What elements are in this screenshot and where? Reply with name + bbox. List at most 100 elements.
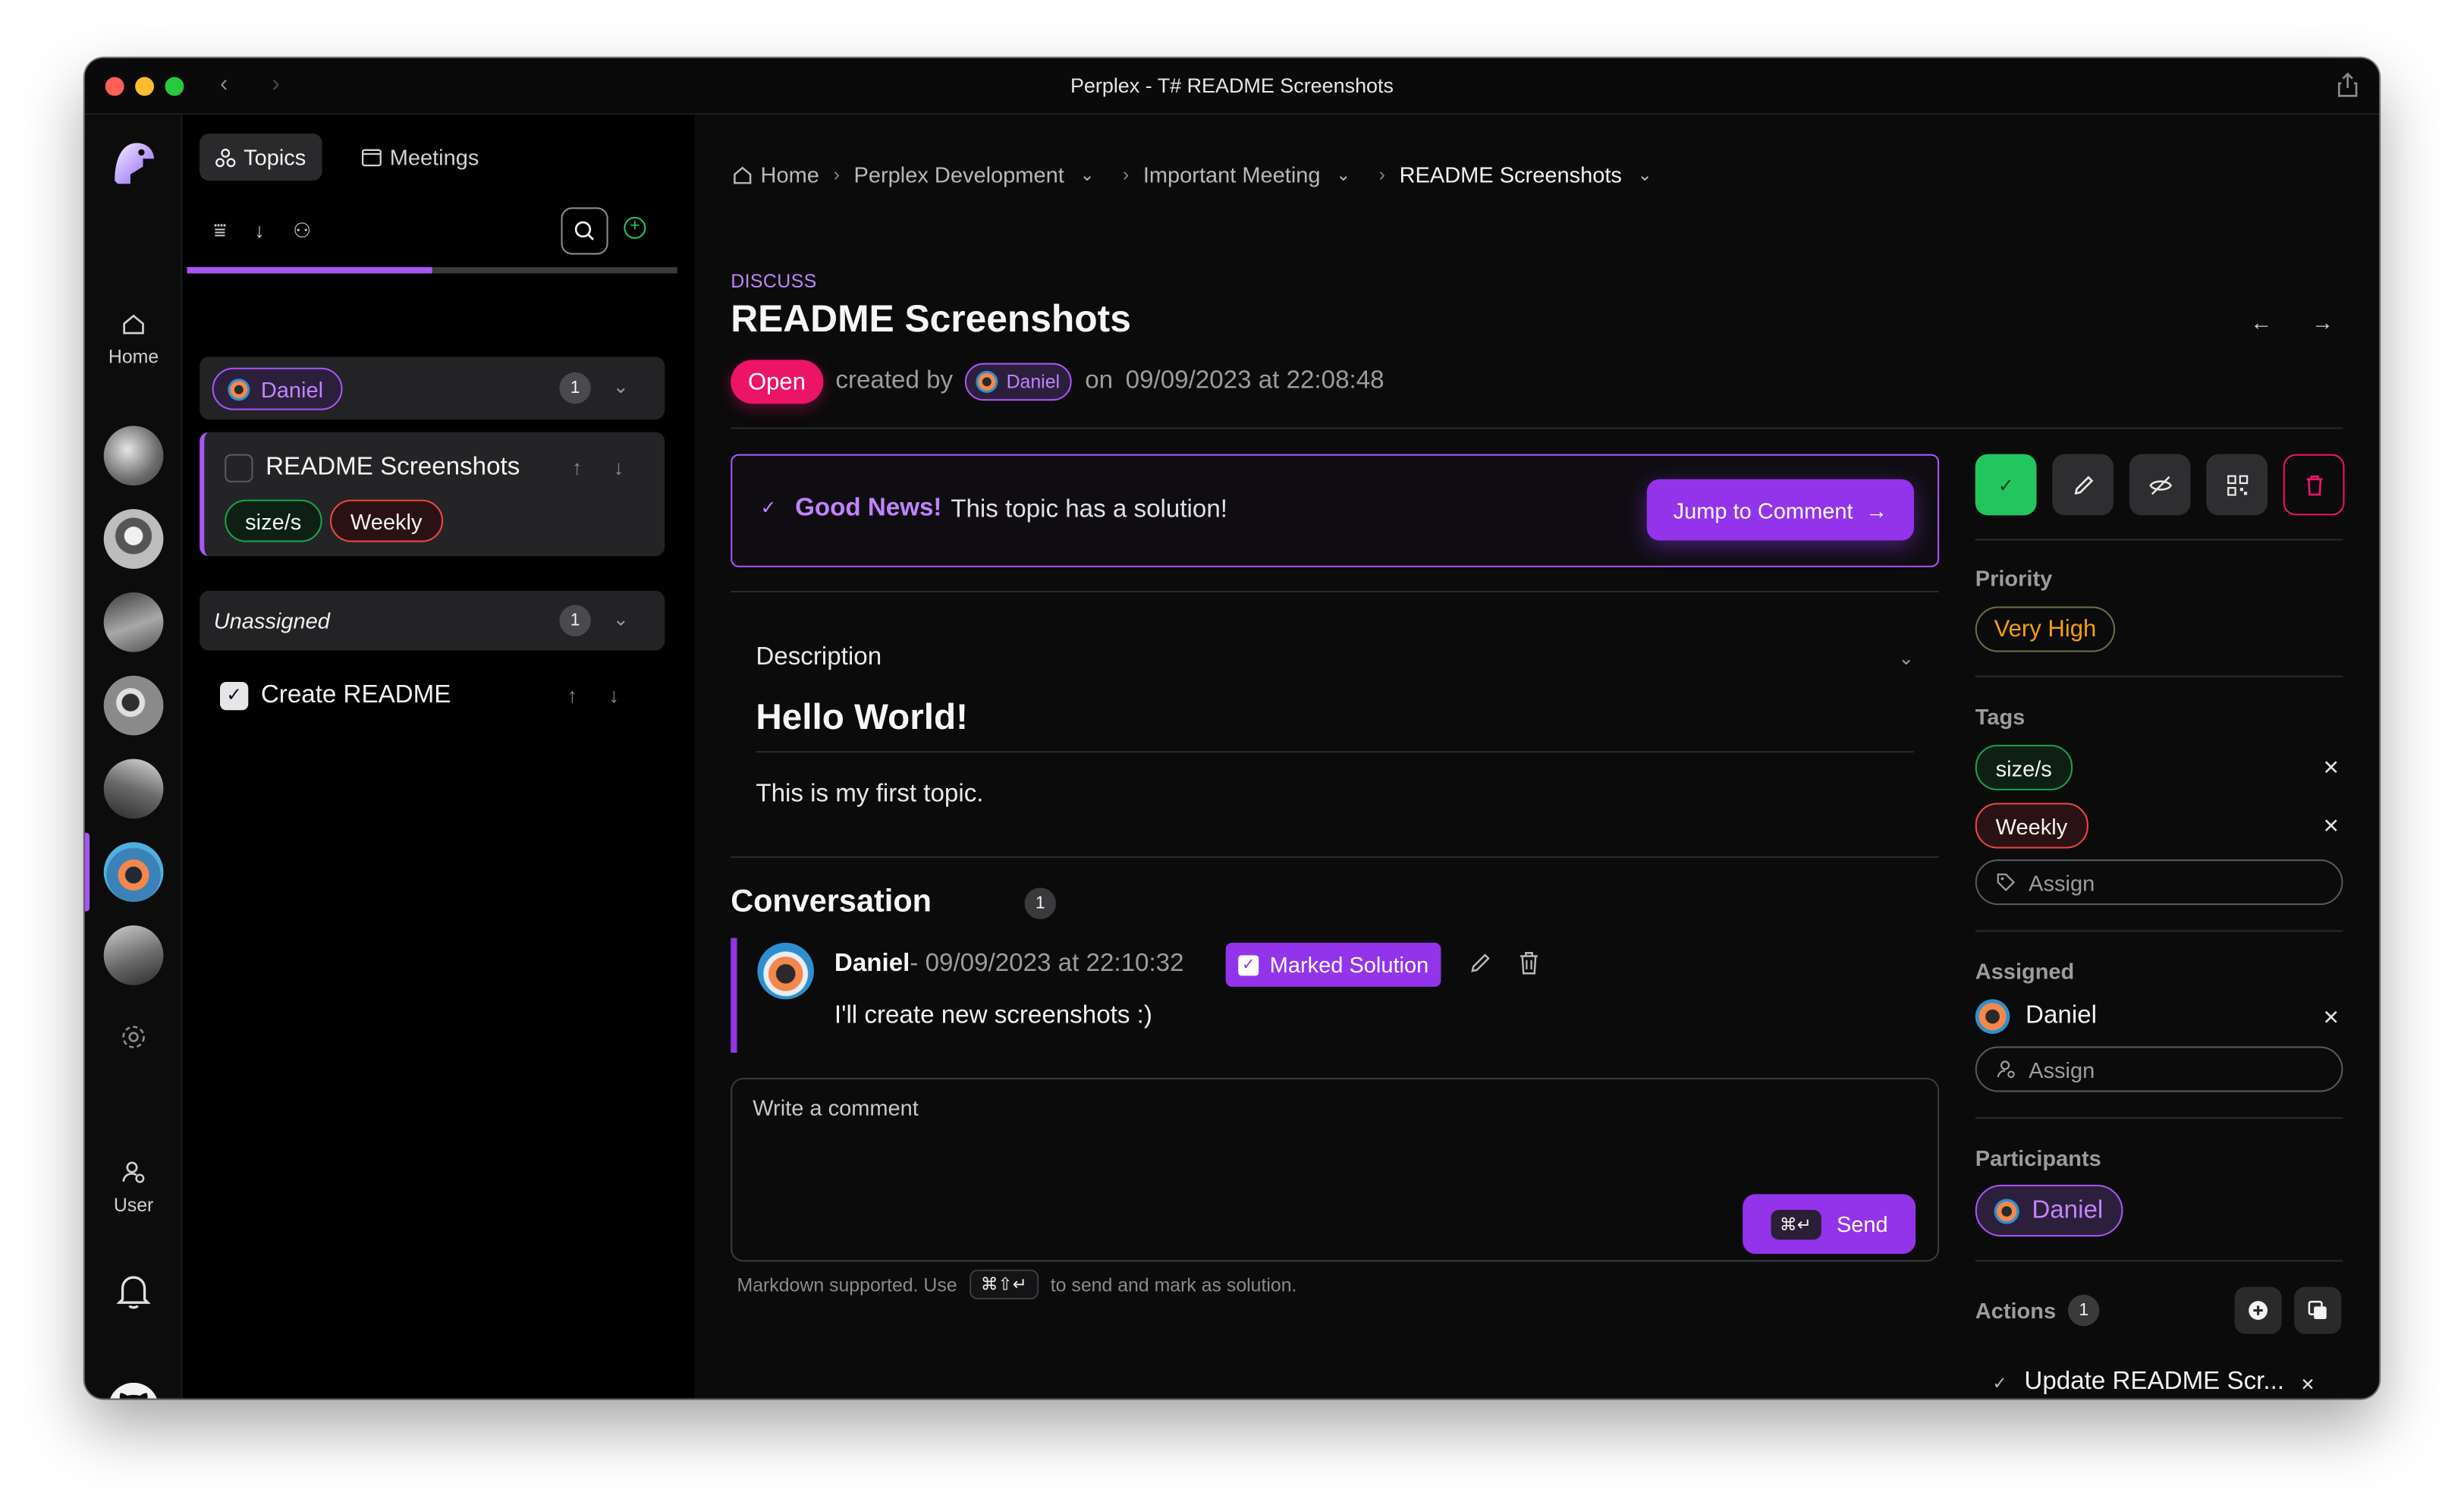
add-topic-button[interactable]: +: [624, 216, 646, 239]
workspace-avatar-4[interactable]: [103, 675, 164, 736]
settings-gear-icon[interactable]: [119, 1023, 147, 1051]
next-topic-arrow-icon[interactable]: →: [2312, 309, 2334, 335]
tab-meetings[interactable]: Meetings: [346, 134, 495, 181]
actions-count-badge: 1: [2067, 1294, 2100, 1327]
app-logo-icon[interactable]: [108, 137, 159, 187]
topics-progress-bar: [187, 267, 677, 274]
chevron-down-icon[interactable]: ⌄: [613, 375, 629, 397]
conversation-title: Conversation: [731, 884, 932, 919]
trash-icon[interactable]: [1518, 950, 1540, 975]
edit-pencil-icon[interactable]: [1468, 950, 1493, 975]
remove-tag-icon[interactable]: ✕: [2323, 814, 2340, 839]
sidebar-tag-chip[interactable]: size/s: [1975, 744, 2073, 790]
remove-action-icon[interactable]: ✕: [2301, 1374, 2315, 1396]
group-count-badge: 1: [559, 372, 591, 404]
remove-tag-icon[interactable]: ✕: [2323, 756, 2340, 781]
search-button[interactable]: [561, 207, 608, 255]
check-icon: ✓: [1997, 473, 2014, 496]
marked-solution-label: Marked Solution: [1269, 952, 1429, 978]
sort-icon[interactable]: ↓: [254, 218, 264, 243]
assign-tag-field[interactable]: Assign: [1975, 859, 2343, 906]
description-label: Description: [756, 644, 882, 671]
user-nav[interactable]: User: [85, 1160, 182, 1216]
group-count-badge: 1: [559, 605, 591, 636]
tab-topics[interactable]: Topics: [200, 134, 322, 181]
qr-code-button[interactable]: [2206, 454, 2268, 516]
sidebar-divider: [1975, 539, 2343, 541]
workspace-avatar-5[interactable]: [103, 759, 164, 819]
chevron-down-icon[interactable]: ⌄: [613, 608, 629, 630]
comment-date: - 09/09/2023 at 22:10:32: [910, 950, 1184, 978]
send-label: Send: [1836, 1211, 1888, 1237]
group-header-unassigned[interactable]: Unassigned 1 ⌄: [200, 590, 665, 651]
list-item-readme-screenshots[interactable]: README Screenshots ↑ ↓ size/s Weekly: [200, 432, 665, 557]
group-by-icon[interactable]: ⚇: [293, 218, 311, 243]
add-action-button[interactable]: [2234, 1286, 2282, 1334]
qr-code-icon: [2227, 474, 2248, 495]
workspace-avatar-active[interactable]: [103, 842, 164, 902]
assigned-user[interactable]: Daniel: [1975, 999, 2097, 1034]
chevron-down-icon[interactable]: ⌄: [1336, 164, 1350, 185]
remove-assignee-icon[interactable]: ✕: [2323, 1006, 2340, 1031]
move-down-icon[interactable]: ↓: [614, 456, 624, 479]
marked-solution-badge[interactable]: ✓ Marked Solution: [1225, 942, 1441, 987]
breadcrumb-home[interactable]: Home: [761, 162, 819, 187]
assign-user-field[interactable]: Assign: [1975, 1046, 2343, 1092]
solution-banner: ✓ Good News! This topic has a solution! …: [731, 454, 1940, 567]
topic-list-pane: Topics Meetings ⩸ ↓ ⚇ + Daniel 1 ⌄ READM…: [182, 115, 695, 1399]
tag-chip[interactable]: size/s: [225, 499, 322, 542]
participant-chip[interactable]: Daniel: [1975, 1184, 2124, 1237]
chevron-down-icon[interactable]: ⌄: [1080, 164, 1095, 185]
workspace-avatar-2[interactable]: [103, 509, 164, 569]
status-badge[interactable]: Open: [731, 360, 823, 404]
hint-suffix: to send and mark as solution.: [1050, 1273, 1297, 1296]
workspace-avatar-7[interactable]: [103, 925, 164, 985]
avatar: [228, 378, 250, 401]
move-up-icon[interactable]: ↑: [567, 683, 577, 707]
creator-chip[interactable]: Daniel: [965, 363, 1073, 401]
copy-action-button[interactable]: [2294, 1286, 2342, 1334]
tag-chip[interactable]: Weekly: [329, 499, 443, 542]
move-up-icon[interactable]: ↑: [572, 456, 582, 479]
edit-button[interactable]: [2052, 454, 2114, 516]
chevron-down-icon[interactable]: ⌄: [1898, 647, 1914, 669]
sidebar-tag-chip[interactable]: Weekly: [1975, 803, 2088, 849]
workspace-rail: Home User: [84, 115, 183, 1399]
group-label: Unassigned: [213, 608, 330, 633]
delete-topic-button[interactable]: [2283, 454, 2345, 516]
workspace-avatar-3[interactable]: [103, 592, 164, 652]
group-header-daniel[interactable]: Daniel 1 ⌄: [200, 357, 665, 420]
move-down-icon[interactable]: ↓: [609, 683, 619, 707]
workspace-avatar-1[interactable]: [103, 426, 164, 486]
breadcrumb-meeting[interactable]: Important Meeting: [1143, 162, 1321, 187]
share-icon[interactable]: [2337, 72, 2359, 97]
breadcrumb-topic[interactable]: README Screenshots: [1400, 162, 1622, 187]
jump-to-comment-button[interactable]: Jump to Comment →: [1646, 479, 1914, 541]
section-divider: [731, 590, 1940, 592]
checkbox-checked-icon: ✓: [1238, 954, 1259, 975]
filter-icon[interactable]: ⩸: [214, 218, 226, 243]
composer-hint: Markdown supported. Use ⌘⇧↵ to send and …: [737, 1269, 1297, 1300]
assign-tag-placeholder: Assign: [2029, 869, 2095, 895]
action-item-label: Update README Scr...: [2024, 1368, 2285, 1396]
list-item-create-readme[interactable]: ✓ Create README ↑ ↓: [200, 668, 665, 724]
comment-composer[interactable]: Write a comment ⌘↵ Send: [731, 1077, 1940, 1262]
chevron-down-icon[interactable]: ⌄: [1638, 164, 1652, 185]
hide-button[interactable]: [2129, 454, 2191, 516]
send-button[interactable]: ⌘↵ Send: [1743, 1194, 1916, 1254]
github-icon[interactable]: [108, 1382, 159, 1399]
action-item[interactable]: ✓ Update README Scr...: [1993, 1368, 2284, 1396]
breadcrumb-project[interactable]: Perplex Development: [854, 162, 1064, 187]
comment-input-placeholder[interactable]: Write a comment: [753, 1095, 919, 1120]
group-assignee-name: Daniel: [260, 376, 324, 402]
previous-topic-arrow-icon[interactable]: ←: [2250, 309, 2272, 335]
notifications-bell-icon[interactable]: [116, 1273, 151, 1311]
copy-icon: [2308, 1300, 2327, 1319]
resolve-button[interactable]: ✓: [1975, 454, 2037, 516]
app-window: ‹ › Perplex - T# README Screenshots Home: [84, 58, 2380, 1399]
home-nav[interactable]: Home: [85, 313, 182, 368]
priority-pill[interactable]: Very High: [1975, 606, 2116, 652]
topic-checkbox[interactable]: [225, 454, 253, 482]
comment-text: I'll create new screenshots :): [834, 1002, 1152, 1029]
topic-checkbox-checked[interactable]: ✓: [219, 681, 249, 711]
